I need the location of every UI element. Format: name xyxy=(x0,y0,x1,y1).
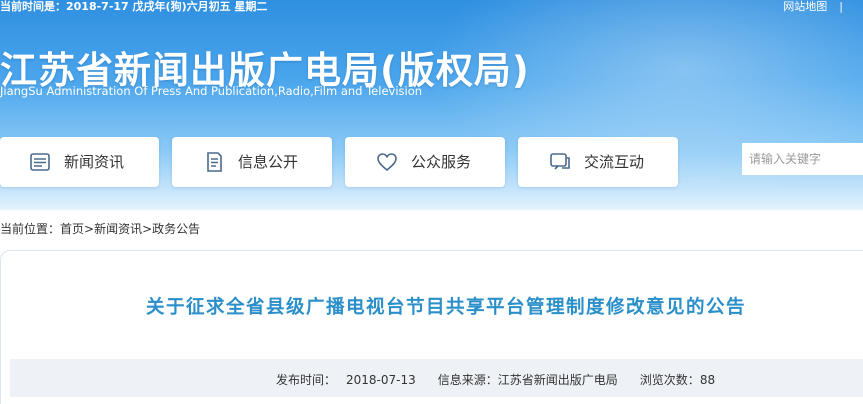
breadcrumb-notice[interactable]: 政务公告 xyxy=(152,222,200,236)
source-value: 江苏省新闻出版广电局 xyxy=(497,373,618,387)
article-title: 关于征求全省县级广播电视台节目共享平台管理制度修改意见的公告 xyxy=(146,297,747,318)
source-label: 信息来源： xyxy=(437,373,498,387)
nav-item-interact[interactable]: 交流互动 xyxy=(518,137,678,187)
nav-item-service[interactable]: 公众服务 xyxy=(345,137,505,187)
document-icon xyxy=(207,152,222,172)
sitemap-link[interactable]: 网站地图 xyxy=(783,0,827,13)
nav-item-info-label: 信息公开 xyxy=(238,153,299,171)
breadcrumb-news[interactable]: 新闻资讯 xyxy=(94,222,142,236)
heart-icon xyxy=(377,153,397,172)
nav-item-service-label: 公众服务 xyxy=(411,153,472,171)
breadcrumb-separator: > xyxy=(142,222,153,236)
current-date: 当前时间是：2018-7-17 戊戌年(狗)六月初五 星期二 xyxy=(0,0,268,13)
views-value: 88 xyxy=(699,373,716,387)
top-links: 网站地图 | xyxy=(783,0,863,16)
site-subtitle: JiangSu Administration Of Press And Publ… xyxy=(0,84,423,98)
search-input[interactable] xyxy=(742,143,863,175)
top-link-separator: | xyxy=(839,0,843,13)
publish-date: 2018-07-13 xyxy=(346,373,416,387)
article-meta: 发布时间： 2018-07-13 信息来源：江苏省新闻出版广电局 浏览次数：88 xyxy=(276,371,715,388)
nav-item-news[interactable]: 新闻资讯 xyxy=(0,137,159,187)
breadcrumb-home[interactable]: 首页 xyxy=(60,222,84,236)
breadcrumb-prefix: 当前位置： xyxy=(0,222,61,236)
nav-item-info[interactable]: 信息公开 xyxy=(172,137,332,187)
news-icon xyxy=(30,153,50,171)
nav-item-interact-label: 交流互动 xyxy=(584,153,645,171)
chat-icon xyxy=(550,153,570,170)
nav-item-news-label: 新闻资讯 xyxy=(64,153,125,171)
breadcrumb: 当前位置：首页>新闻资讯>政务公告 xyxy=(0,220,200,237)
views-label: 浏览次数： xyxy=(639,373,700,387)
breadcrumb-separator: > xyxy=(84,222,95,236)
publish-label: 发布时间： xyxy=(276,373,337,387)
